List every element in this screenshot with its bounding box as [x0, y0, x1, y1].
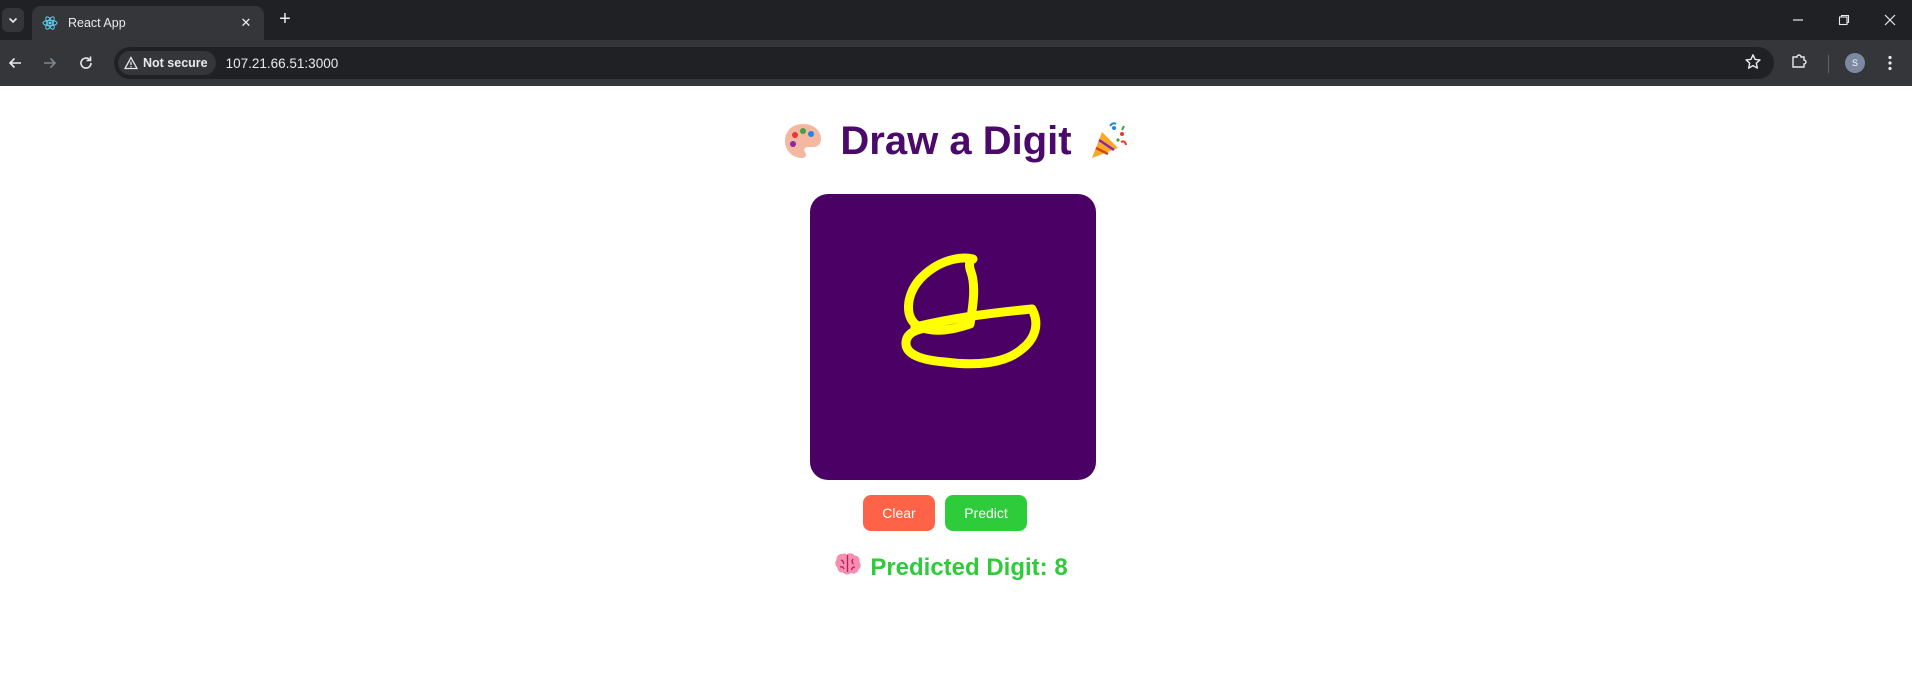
- drawing-canvas[interactable]: [810, 194, 1096, 480]
- puzzle-icon[interactable]: [1790, 52, 1808, 75]
- brain-emoji: [834, 551, 862, 584]
- window-close-icon[interactable]: [1880, 10, 1900, 30]
- minimize-icon[interactable]: [1788, 10, 1808, 30]
- tab-title: React App: [68, 16, 126, 30]
- chevron-down-icon: [8, 17, 18, 24]
- title-text: Draw a Digit: [840, 118, 1072, 163]
- browser-tab[interactable]: React App ✕: [32, 6, 264, 40]
- prediction-result: Predicted Digit: 8: [0, 551, 1912, 584]
- avatar[interactable]: S: [1845, 53, 1865, 73]
- app-page: Draw a Digit Clear Predict Predicted Dig…: [0, 86, 1912, 697]
- page-title: Draw a Digit: [0, 118, 1912, 164]
- reload-icon[interactable]: [75, 52, 97, 74]
- back-arrow-icon[interactable]: [4, 52, 26, 74]
- predict-button[interactable]: Predict: [945, 495, 1027, 531]
- tab-search-button[interactable]: [2, 8, 24, 32]
- tab-bar: React App ✕ +: [0, 0, 1912, 40]
- action-buttons: Clear Predict: [0, 495, 1912, 531]
- clear-button[interactable]: Clear: [863, 495, 935, 531]
- forward-arrow-icon[interactable]: [39, 52, 61, 74]
- security-label: Not secure: [143, 56, 208, 70]
- close-icon[interactable]: ✕: [238, 15, 254, 31]
- plus-icon[interactable]: +: [274, 9, 296, 31]
- palette-emoji: [780, 118, 826, 164]
- url-text[interactable]: 107.21.66.51:3000: [226, 56, 339, 71]
- drawn-digit-stroke: [901, 253, 1041, 369]
- address-bar[interactable]: Not secure 107.21.66.51:3000: [114, 47, 1774, 79]
- prediction-text: Predicted Digit: 8: [870, 553, 1068, 581]
- warning-triangle-icon: [124, 56, 138, 70]
- security-chip[interactable]: Not secure: [118, 51, 216, 75]
- restore-icon[interactable]: [1834, 10, 1854, 30]
- star-icon[interactable]: [1744, 53, 1762, 76]
- kebab-menu-icon[interactable]: [1880, 52, 1900, 74]
- react-logo-icon: [42, 15, 58, 31]
- toolbar-divider: [1828, 55, 1829, 73]
- party-popper-emoji: [1086, 118, 1132, 164]
- browser-toolbar: Not secure 107.21.66.51:3000 S: [0, 40, 1912, 86]
